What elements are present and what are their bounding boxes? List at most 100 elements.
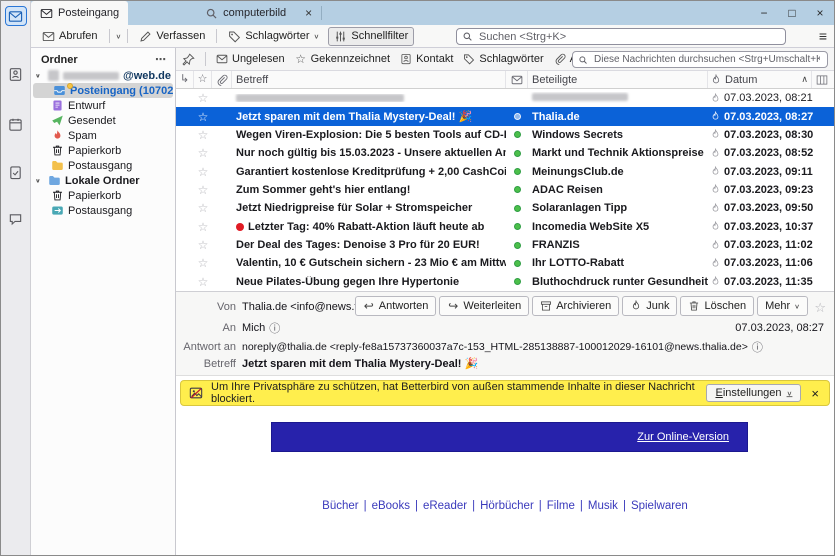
tab-computerbild[interactable]: computerbild × (196, 1, 321, 25)
forward-button[interactable]: ↪Weiterleiten (439, 296, 529, 316)
footer-link-filme[interactable]: Filme (547, 500, 575, 512)
quick-filter-unread-button[interactable]: Ungelesen (216, 53, 285, 65)
space-tasks-button[interactable] (5, 162, 27, 182)
star-toggle[interactable]: ☆ (194, 238, 212, 252)
message-date-cell: 07.03.2023, 10:37 (708, 221, 834, 233)
more-button[interactable]: Mehr∨ (757, 296, 808, 316)
reply-button[interactable]: ↩Antworten (355, 296, 437, 316)
folder-item-local-trash[interactable]: Papierkorb (31, 188, 175, 203)
footer-link-hörbücher[interactable]: Hörbücher (480, 500, 534, 512)
settings-button[interactable]: Einstellungen ∨ (706, 384, 801, 402)
footer-link-musik[interactable]: Musik (588, 500, 618, 512)
compose-button[interactable]: Verfassen (134, 28, 210, 45)
remote-content-notification: Um Ihre Privatsphäre zu schützen, hat Be… (180, 380, 830, 406)
column-starred[interactable]: ☆ (194, 71, 212, 88)
message-row[interactable]: ☆Nur noch gültig bis 15.03.2023 - Unsere… (176, 144, 834, 162)
tab-posteingang[interactable]: Posteingang (31, 1, 128, 25)
folder-item-sent[interactable]: Gesendet (31, 113, 175, 128)
space-mail-button[interactable] (5, 6, 27, 26)
get-mail-dropdown[interactable]: ∨ (116, 32, 122, 39)
column-attachment[interactable] (212, 71, 232, 88)
message-row[interactable]: ☆Valentin, 10 € Gutschein sichern - 23 M… (176, 254, 834, 272)
message-search-input[interactable] (592, 53, 822, 66)
unread-indicator-cell (506, 150, 528, 157)
folder-item-local-folders[interactable]: ∨Lokale Ordner (31, 173, 175, 188)
message-row[interactable]: ☆Zum Sommer geht's hier entlang!ADAC Rei… (176, 181, 834, 199)
folder-item-spam[interactable]: Spam (31, 128, 175, 143)
column-unread[interactable] (506, 71, 528, 88)
tab-label: computerbild (223, 7, 286, 19)
message-row[interactable]: ☆Der Deal des Tages: Denoise 3 Pro für 2… (176, 236, 834, 254)
column-picker[interactable] (811, 71, 832, 88)
star-toggle[interactable]: ☆ (194, 91, 212, 105)
space-addressbook-button[interactable] (5, 64, 27, 84)
message-row[interactable]: ☆Garantiert kostenlose Kreditprüfung + 2… (176, 162, 834, 180)
app-window: Posteingang computerbild × − □ × Abrufen… (0, 0, 835, 556)
column-subject[interactable]: Betreff (232, 71, 506, 88)
close-button[interactable]: × (806, 6, 834, 20)
star-toggle[interactable]: ☆ (194, 183, 212, 197)
folder-item-trash[interactable]: Papierkorb (31, 143, 175, 158)
star-message-icon[interactable]: ☆ (814, 300, 826, 316)
tags-button[interactable]: Schlagwörter ∨ (223, 28, 324, 45)
global-search-input[interactable] (477, 30, 780, 44)
star-icon: ☆ (197, 74, 209, 86)
close-notification-icon[interactable]: × (809, 386, 821, 401)
message-row[interactable]: ☆Neue Pilates-Übung gegen Ihre Hypertoni… (176, 273, 834, 291)
unread-icon (511, 74, 523, 86)
star-toggle[interactable]: ☆ (194, 220, 212, 234)
star-toggle[interactable]: ☆ (194, 165, 212, 179)
quick-filter-starred-button[interactable]: ☆Gekennzeichnet (295, 53, 391, 65)
folder-pane: Ordner ⋯ ∨@web.dePosteingang (10702)Entw… (31, 48, 176, 555)
message-row[interactable]: ☆Wegen Viren-Explosion: Die 5 besten Too… (176, 126, 834, 144)
message-row[interactable]: ☆07.03.2023, 08:21 (176, 89, 834, 107)
email-banner: Zur Online-Version (271, 422, 748, 452)
app-menu-icon[interactable]: ≡ (819, 28, 827, 44)
star-toggle[interactable]: ☆ (194, 128, 212, 142)
junk-button[interactable]: Junk (622, 296, 677, 316)
folder-item-inbox[interactable]: Posteingang (10702) (33, 83, 173, 98)
folder-item-drafts[interactable]: Entwurf (31, 98, 175, 113)
star-toggle[interactable]: ☆ (194, 256, 212, 270)
message-row[interactable]: ☆Jetzt sparen mit dem Thalia Mystery-Dea… (176, 107, 834, 125)
delete-button[interactable]: Löschen (680, 296, 754, 316)
separator (127, 29, 128, 43)
get-mail-button[interactable]: Abrufen (37, 28, 103, 45)
folder-pane-menu-icon[interactable]: ⋯ (155, 53, 167, 66)
column-thread[interactable]: ↳ (176, 71, 194, 88)
junk-icon (710, 74, 722, 86)
message-row[interactable]: ☆Jetzt Niedrigpreise für Solar + Stromsp… (176, 199, 834, 217)
star-toggle[interactable]: ☆ (194, 275, 212, 289)
message-date-cell: 07.03.2023, 11:35 (708, 276, 834, 288)
footer-link-spielwaren[interactable]: Spielwaren (631, 500, 688, 512)
pin-icon[interactable] (182, 53, 195, 66)
quick-filter-toggle[interactable]: Schnellfilter (328, 27, 414, 46)
outbox-folder-icon (51, 159, 64, 172)
online-version-link[interactable]: Zur Online-Version (637, 431, 729, 443)
space-chat-button[interactable] (5, 209, 27, 229)
star-toggle[interactable]: ☆ (194, 201, 212, 215)
minimize-button[interactable]: − (750, 6, 778, 20)
star-toggle[interactable]: ☆ (194, 110, 212, 124)
maximize-button[interactable]: □ (778, 6, 806, 20)
twisty-icon[interactable]: ∨ (35, 72, 44, 78)
info-icon[interactable]: ⓘ (269, 320, 280, 336)
column-correspondents[interactable]: Beteiligte (528, 71, 708, 88)
message-row[interactable]: ☆Letzter Tag: 40% Rabatt-Aktion läuft he… (176, 218, 834, 236)
star-toggle[interactable]: ☆ (194, 146, 212, 160)
twisty-icon[interactable]: ∨ (35, 177, 44, 183)
folder-item-outbox[interactable]: Postausgang (31, 158, 175, 173)
new-mail-badge (67, 83, 73, 89)
footer-link-bücher[interactable]: Bücher (322, 500, 358, 512)
quick-filter-tags-button[interactable]: Schlagwörter (463, 53, 543, 65)
space-calendar-button[interactable] (5, 114, 27, 134)
folder-item-local-outbox[interactable]: Postausgang (31, 203, 175, 218)
info-icon[interactable]: ⓘ (752, 339, 763, 355)
column-date[interactable]: Datum ∧ (708, 71, 834, 88)
folder-account-row[interactable]: ∨@web.de (31, 68, 175, 83)
archive-button[interactable]: Archivieren (532, 296, 619, 316)
tab-close-icon[interactable]: × (305, 6, 312, 20)
footer-link-ebooks[interactable]: eBooks (372, 500, 410, 512)
footer-link-ereader[interactable]: eReader (423, 500, 467, 512)
quick-filter-contact-button[interactable]: Kontakt (400, 53, 453, 65)
